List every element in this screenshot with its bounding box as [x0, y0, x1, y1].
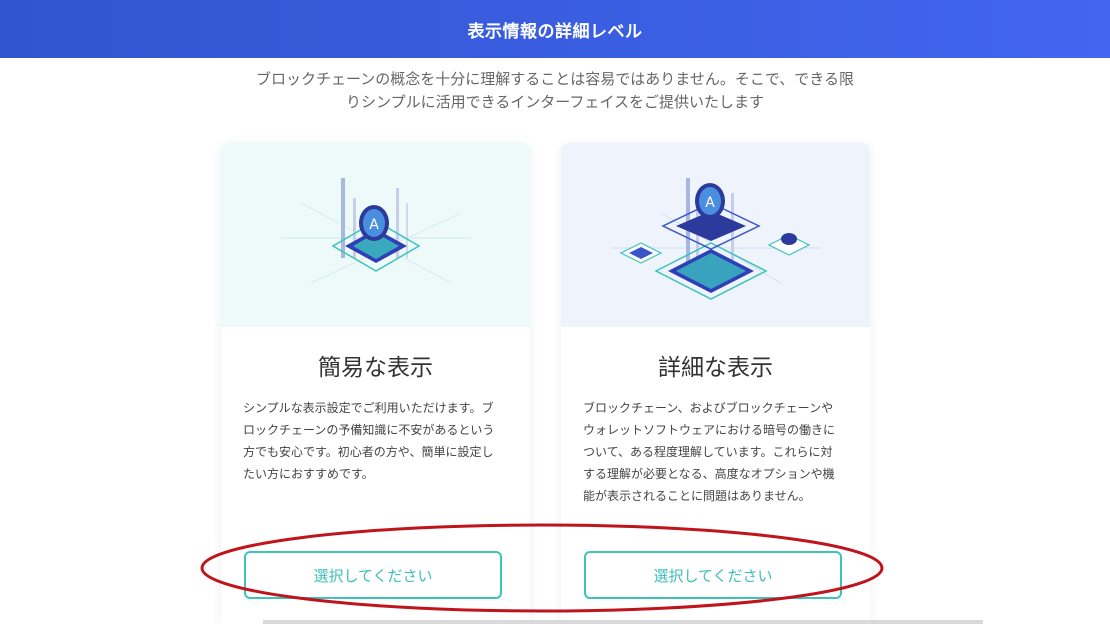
select-detailed-button[interactable]: 選択してください [584, 551, 842, 599]
description-line: たい方におすすめです。 [243, 467, 374, 481]
description-line: ウォレットソフトウェアにおける暗号の働きに [583, 423, 836, 437]
card-illustration: A [561, 143, 870, 327]
intro-line: りシンプルに活用できるインターフェイスをご提供いたします [346, 93, 764, 111]
blockchain-chip-icon: A [281, 178, 471, 284]
header-bar: 表示情報の詳細レベル [0, 0, 1110, 58]
select-simple-button[interactable]: 選択してください [244, 551, 502, 599]
svg-text:A: A [705, 195, 715, 211]
card-title: 詳細な表示 [658, 355, 773, 381]
simple-view-card: A 簡易な表示 シンプルな表示設定でご利用いただけます。ブ ロックチェーンの予備… [221, 143, 530, 624]
description-line: する理解が必要となる、高度なオプションや機 [583, 467, 835, 481]
card-description: ブロックチェーン、およびブロックチェーンや ウォレットソフトウェアにおける暗号の… [583, 397, 849, 507]
description-line: ロックチェーンの予備知識に不安があるという [243, 423, 495, 437]
intro-line: ブロックチェーンの概念を十分に理解することは容易ではありません。そこで、できる限 [256, 70, 854, 88]
description-line: ついて、ある程度理解しています。これらに対 [583, 445, 833, 459]
description-line: 方でも安心です。初心者の方や、簡単に設定し [243, 445, 494, 459]
description-line: 能が表示されることに問題はありません。 [583, 489, 811, 503]
detailed-view-card: A 詳細な表示 ブロックチェーン、およびブロックチェーンや ウォレットソフトウェ… [561, 143, 870, 624]
card-title: 簡易な表示 [318, 355, 433, 381]
intro-text: ブロックチェーンの概念を十分に理解することは容易ではありません。そこで、できる限… [215, 68, 895, 114]
horizontal-scrollbar[interactable] [263, 620, 983, 624]
svg-text:A: A [369, 217, 379, 233]
description-line: ブロックチェーン、およびブロックチェーンや [583, 401, 834, 415]
card-description: シンプルな表示設定でご利用いただけます。ブ ロックチェーンの予備知識に不安がある… [243, 397, 509, 485]
card-illustration: A [221, 143, 530, 327]
page-title: 表示情報の詳細レベル [467, 21, 643, 42]
blockchain-network-icon: A [611, 178, 821, 300]
description-line: シンプルな表示設定でご利用いただけます。ブ [243, 401, 494, 415]
